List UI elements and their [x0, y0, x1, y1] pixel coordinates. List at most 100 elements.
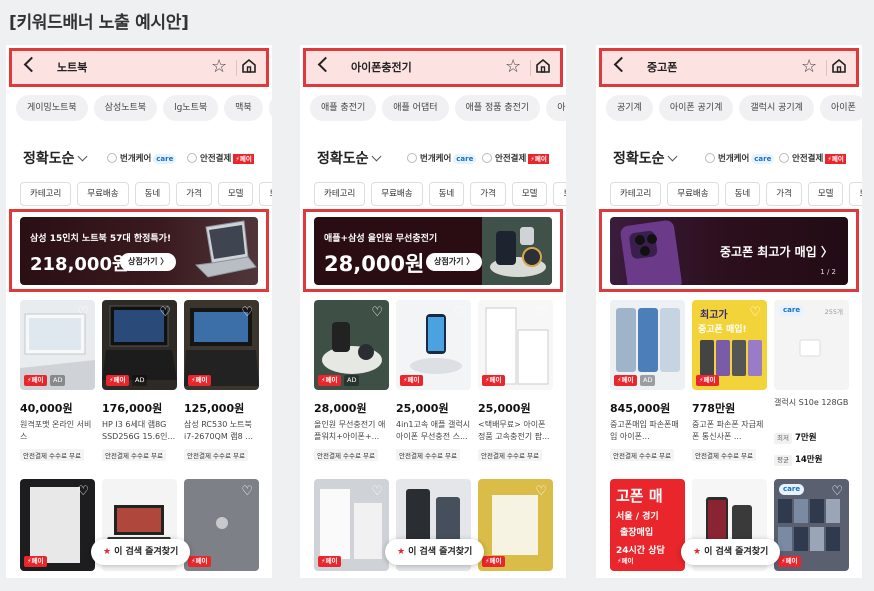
ad-tag: AD — [640, 375, 656, 386]
heart-icon[interactable]: ♡ — [371, 306, 383, 319]
filter-button[interactable]: 브랜 — [553, 182, 566, 206]
care-badge: care — [779, 484, 805, 495]
filter-button[interactable]: 동네 — [428, 182, 465, 206]
product-card[interactable]: ♡ ⚡페이 25,000원 4in1고속 애플 갤럭시 아이폰 무선충전 스..… — [396, 300, 471, 462]
chip[interactable]: l — [268, 95, 272, 121]
product-price: 845,000원 — [610, 402, 671, 415]
chip[interactable]: 아이폰 — [819, 95, 862, 121]
product-card[interactable]: ♡ ⚡페이 AD 28,000원 올인원 무선충전기 애플워치+아이폰+... … — [314, 300, 389, 462]
pay-tag: ⚡페이 — [482, 375, 505, 386]
filter-button[interactable]: 가격 — [176, 182, 212, 206]
care-badge: care — [453, 154, 477, 164]
pay-tag: ⚡페이 — [24, 375, 47, 386]
chip[interactable]: 갤럭시 공기계 — [739, 95, 814, 121]
sort-dropdown[interactable]: 정확도순 — [613, 149, 665, 169]
thumb-text: 24시간 상담 — [616, 546, 665, 556]
heart-icon[interactable]: ♡ — [371, 485, 383, 498]
chip[interactable]: 아이폰 — [546, 95, 566, 121]
ad-tag: AD — [344, 375, 360, 386]
chip[interactable]: 공기계 — [606, 95, 653, 121]
product-card[interactable]: ♡ ⚡페이 AD 40,000원 원격포맷 온라인 서비스 안전결제 수수료 무… — [20, 300, 95, 462]
filter-button[interactable]: 동네 — [724, 182, 761, 206]
product-price: 25,000원 — [478, 402, 531, 415]
product-thumb[interactable]: 고폰 매 서울 / 경기 출장매입 24시간 상담 ⚡페이 — [610, 479, 685, 571]
pay-tag: ⚡페이 — [482, 556, 505, 567]
chip[interactable]: 애플 충전기 — [310, 95, 377, 121]
filter-button[interactable]: 가격 — [470, 182, 506, 206]
chevron-down-icon — [77, 151, 88, 162]
product-name: <택배무료> 아이폰 정품 고속충전기 팝... — [478, 420, 550, 441]
product-thumb[interactable]: care ♡ ⚡페이 — [774, 479, 849, 571]
heart-icon[interactable]: ♡ — [749, 306, 761, 319]
sort-row: 정확도순 번개케어 care 안전결제 ⚡페이 — [23, 149, 272, 169]
chip[interactable]: 아이폰 공기계 — [658, 95, 734, 121]
filter-bar: 카테고리무료배송동네가격모델브랜 — [20, 181, 272, 206]
favorite-search-button[interactable]: ★ 이 검색 즐겨찾기 — [385, 539, 485, 565]
filter-button[interactable]: 카테고리 — [20, 182, 72, 206]
banner-highlight-frame — [303, 209, 563, 292]
sort-dropdown[interactable]: 정확도순 — [23, 149, 75, 169]
product-thumb[interactable]: ♡ ⚡페이 — [184, 479, 259, 571]
product-thumb[interactable]: ♡ ⚡페이 — [478, 479, 553, 571]
safe-pay-filter[interactable]: 안전결제 ⚡페이 — [482, 153, 549, 165]
heart-icon[interactable]: ♡ — [241, 485, 253, 498]
favorite-search-button[interactable]: ★ 이 검색 즐겨찾기 — [681, 539, 781, 565]
filter-button[interactable]: 동네 — [134, 182, 171, 206]
heart-icon[interactable]: ♡ — [535, 485, 547, 498]
filter-button[interactable]: 모델 — [217, 182, 254, 206]
heart-icon[interactable]: ♡ — [159, 306, 171, 319]
safe-pay-label: 안전결제 — [495, 154, 527, 164]
product-card[interactable]: ♡ ⚡페이 25,000원 <택배무료> 아이폰 정품 고속충전기 팝... 안… — [478, 300, 553, 462]
filter-button[interactable]: 모델 — [511, 182, 548, 206]
check-circle-icon — [187, 153, 197, 163]
care-filter[interactable]: 번개케어 care — [407, 153, 477, 165]
heart-icon[interactable]: ♡ — [77, 306, 89, 319]
sort-row: 정확도순 번개케어 care 안전결제 ⚡페이 — [613, 149, 862, 169]
banner-highlight-frame — [599, 209, 859, 292]
care-filter-label: 번개케어 — [718, 154, 750, 164]
chip[interactable]: 애플 어댑터 — [382, 95, 449, 121]
chip[interactable]: 맥북 — [224, 95, 263, 121]
safe-pay-filter[interactable]: 안전결제 ⚡페이 — [779, 153, 846, 165]
ad-tag: AD — [50, 375, 66, 386]
product-card[interactable]: ⚡페이 AD 845,000원 중고폰매입 파손폰매입 아이폰... 안전결제 … — [610, 300, 685, 462]
chip[interactable]: lg노트북 — [163, 95, 219, 121]
filter-button[interactable]: 브랜 — [259, 182, 272, 206]
filter-button[interactable]: 무료배송 — [371, 182, 423, 206]
filter-button[interactable]: 무료배송 — [667, 182, 719, 206]
filter-button[interactable]: 무료배송 — [77, 182, 129, 206]
filter-button[interactable]: 브랜 — [849, 182, 862, 206]
product-card[interactable]: 최고가 중고폰 매입! ♡ ⚡페이 778만원 중고폰 파손폰 자급제폰 통신사폰… — [692, 300, 767, 462]
favorite-search-label: 이 검색 즐겨찾기 — [408, 547, 473, 557]
pay-tag: ⚡페이 — [614, 556, 637, 567]
heart-icon[interactable]: ♡ — [241, 306, 253, 319]
heart-icon[interactable]: ♡ — [77, 485, 89, 498]
product-image: care 255개 — [774, 300, 849, 390]
chip[interactable]: 게이밍노트북 — [16, 95, 88, 121]
fee-tag: 안전결제 수수료 무료 — [478, 449, 542, 461]
product-price: 28,000원 — [314, 402, 367, 415]
care-filter[interactable]: 번개케어 care — [705, 153, 775, 165]
product-card[interactable]: ♡ ⚡페이 125,000원 삼성 RC530 노트북 i7-2670QM 램8… — [184, 300, 259, 462]
avg-label: 평균 — [774, 455, 792, 466]
thumb-text: 서울 / 경기 — [616, 512, 659, 522]
chip[interactable]: 애플 정품 충전기 — [454, 95, 541, 121]
product-price: 176,000원 — [102, 402, 163, 415]
filter-button[interactable]: 모델 — [807, 182, 844, 206]
safe-pay-filter[interactable]: 안전결제 ⚡페이 — [187, 153, 254, 165]
chip[interactable]: 삼성노트북 — [93, 95, 158, 121]
heart-icon[interactable]: ♡ — [535, 306, 547, 319]
heart-icon[interactable]: ♡ — [831, 485, 843, 498]
sort-dropdown[interactable]: 정확도순 — [317, 149, 369, 169]
filter-button[interactable]: 카테고리 — [610, 182, 662, 206]
heart-icon[interactable]: ♡ — [453, 306, 465, 319]
product-thumb[interactable]: ♡ ⚡페이 — [314, 479, 389, 571]
filter-button[interactable]: 가격 — [766, 182, 802, 206]
product-card[interactable]: care 255개 갤럭시 S10e 128GB 최저 7만원 평균 14만원 — [774, 300, 849, 466]
product-thumb[interactable]: ♡ ⚡페이 — [20, 479, 95, 571]
filter-button[interactable]: 카테고리 — [314, 182, 366, 206]
product-card[interactable]: ♡ ⚡페이 AD 176,000원 HP I3 6세대 램8G SSD256G … — [102, 300, 177, 462]
favorite-search-button[interactable]: ★ 이 검색 즐겨찾기 — [91, 539, 191, 565]
care-filter[interactable]: 번개케어 care — [107, 153, 177, 165]
avg-price: 14만원 — [794, 455, 823, 465]
